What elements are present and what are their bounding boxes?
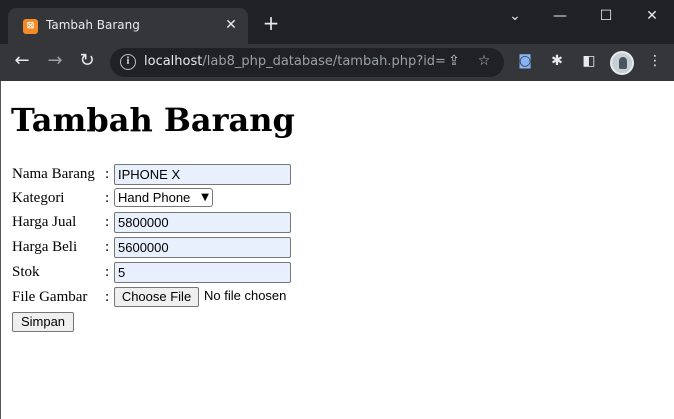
field-separator: : (105, 214, 110, 230)
field-label: Harga Jual (12, 214, 77, 230)
reload-icon[interactable]: ↻ (74, 50, 100, 76)
field-separator: : (105, 289, 110, 305)
back-icon[interactable]: ← (9, 50, 35, 76)
harga-beli-input[interactable]: 5600000 (114, 237, 291, 258)
field-label: Stok (12, 264, 40, 280)
simpan-button[interactable]: Simpan (12, 312, 74, 332)
screen-cast-icon[interactable]: ◙ (515, 53, 535, 73)
browser-titlebar: ⊠ Tambah Barang ✕ + ⌄ — ☐ ✕ (0, 0, 674, 44)
nama-barang-input[interactable]: IPHONE X (114, 164, 291, 185)
form-row-harga-beli: Harga Beli : 5600000 (12, 237, 412, 259)
side-panel-icon[interactable]: ◧ (579, 53, 599, 73)
field-label: Nama Barang (12, 166, 95, 182)
field-label: Kategori (12, 190, 65, 206)
minimize-icon[interactable]: — (540, 4, 580, 28)
profile-avatar[interactable] (610, 51, 634, 75)
extensions-puzzle-icon[interactable]: ✱ (547, 53, 567, 73)
field-separator: : (105, 239, 110, 255)
close-window-icon[interactable]: ✕ (632, 4, 672, 28)
form-row-nama-barang: Nama Barang : IPHONE X (12, 164, 412, 186)
file-status-text: No file chosen (204, 288, 287, 303)
form-row-harga-jual: Harga Jual : 5800000 (12, 212, 412, 234)
tab-search-icon[interactable]: ⌄ (495, 4, 535, 28)
url-text: localhost/lab8_php_database/tambah.php?i… (144, 54, 446, 69)
xampp-icon: ⊠ (23, 19, 38, 34)
choose-file-button[interactable]: Choose File (114, 287, 199, 307)
site-info-icon[interactable]: i (120, 54, 136, 70)
field-label: File Gambar (12, 289, 88, 305)
bookmark-star-icon[interactable]: ☆ (474, 53, 494, 73)
form-row-kategori: Kategori : Hand Phone ▼ (12, 188, 412, 210)
field-separator: : (105, 166, 110, 182)
browser-tab[interactable]: ⊠ Tambah Barang ✕ (8, 8, 248, 44)
share-icon[interactable]: ⇪ (444, 53, 464, 73)
form-row-file-gambar: File Gambar : Choose File No file chosen (12, 287, 412, 309)
close-tab-icon[interactable]: ✕ (222, 16, 240, 34)
field-separator: : (105, 264, 110, 280)
page-title: Tambah Barang (11, 101, 295, 139)
more-menu-icon[interactable]: ⋮ (645, 53, 665, 73)
browser-toolbar: ← → ↻ i localhost/lab8_php_database/tamb… (0, 44, 674, 81)
kategori-select[interactable]: Hand Phone ▼ (114, 188, 213, 207)
new-tab-icon[interactable]: + (262, 13, 280, 33)
field-label: Harga Beli (12, 239, 78, 255)
harga-jual-input[interactable]: 5800000 (114, 212, 291, 233)
maximize-icon[interactable]: ☐ (586, 4, 626, 28)
select-value: Hand Phone (118, 190, 191, 205)
forward-icon[interactable]: → (42, 50, 68, 76)
field-separator: : (105, 190, 110, 206)
stok-input[interactable]: 5 (114, 262, 291, 283)
chevron-down-icon: ▼ (201, 192, 209, 203)
page-content: Tambah Barang Nama Barang : IPHONE X Kat… (0, 81, 674, 419)
tab-title: Tambah Barang (46, 18, 140, 32)
form-row-stok: Stok : 5 (12, 262, 412, 284)
address-bar[interactable]: i localhost/lab8_php_database/tambah.php… (110, 48, 504, 77)
